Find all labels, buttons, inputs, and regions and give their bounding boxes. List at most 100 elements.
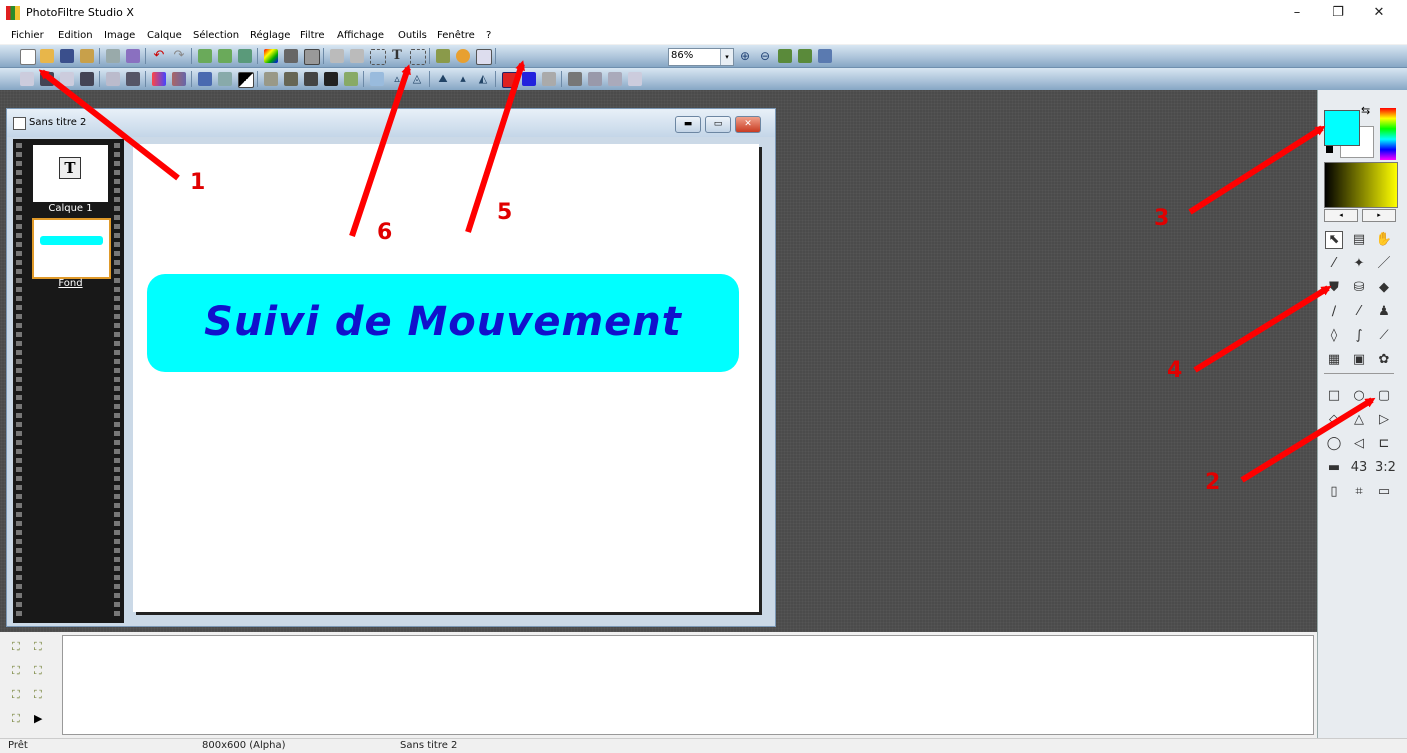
frame-icon[interactable]: ▬ [1325, 459, 1343, 477]
auto-color-icon[interactable] [284, 72, 298, 86]
layer-manager-icon[interactable] [436, 49, 450, 63]
color-spectrum[interactable] [1380, 108, 1396, 160]
eyedropper-icon[interactable]: ⁄ [1325, 255, 1343, 273]
layer-flatten-icon[interactable]: ⛶ [34, 688, 48, 702]
open-folder-icon[interactable]: ⊏ [1375, 435, 1393, 453]
zoom-in-icon[interactable]: ⊕ [738, 49, 752, 63]
actual-size-icon[interactable] [778, 49, 792, 63]
crop-selection-icon[interactable] [410, 49, 426, 65]
undo-icon[interactable]: ↶ [152, 49, 166, 63]
mosaic-icon[interactable] [284, 49, 298, 63]
flip-vertical-icon[interactable] [522, 72, 536, 86]
layer-thumbnail-fond[interactable] [32, 218, 111, 279]
zoom-out-icon[interactable]: ⊖ [758, 49, 772, 63]
polygon-icon[interactable]: ◁ [1350, 435, 1368, 453]
layer-options-icon[interactable]: ⛶ [12, 712, 26, 726]
sharpen-icon[interactable]: ◬ [410, 72, 424, 86]
negative-icon[interactable] [324, 72, 338, 86]
menu-help[interactable]: ? [486, 30, 491, 41]
save-as-icon[interactable] [80, 49, 94, 63]
grayscale-icon[interactable] [304, 72, 318, 86]
noise-icon[interactable]: ▴ [456, 72, 470, 86]
restore-button[interactable]: ❐ [1323, 5, 1353, 23]
redo-icon[interactable]: ↷ [172, 49, 186, 63]
finger-icon[interactable]: ∫ [1350, 327, 1368, 345]
text-frame-icon[interactable]: ▯ [1325, 483, 1343, 501]
document-title-bar[interactable]: Sans titre 2 ▬ ▭ ✕ [7, 109, 775, 137]
contrast-down-icon[interactable] [80, 72, 94, 86]
eraser-icon[interactable]: ◆ [1375, 279, 1393, 297]
scan-icon[interactable] [126, 49, 140, 63]
rounded-rect-icon[interactable]: ▢ [1375, 387, 1393, 405]
levels-icon[interactable] [198, 72, 212, 86]
layer-duplicate-icon[interactable] [608, 72, 622, 86]
auto-contrast-icon[interactable] [238, 72, 254, 88]
brightness-down-icon[interactable] [40, 72, 54, 86]
layer-up-icon[interactable]: ⛶ [12, 664, 26, 678]
default-colors-icon[interactable] [1326, 146, 1333, 153]
advanced-brush-icon[interactable]: ⁄ [1350, 303, 1368, 321]
plugin-icon[interactable] [456, 49, 470, 63]
diamond-icon[interactable]: ◇ [1325, 411, 1343, 429]
new-file-icon[interactable] [20, 49, 36, 65]
pattern-icon[interactable]: ▦ [1325, 351, 1343, 369]
layer-copy-icon[interactable] [330, 49, 344, 63]
pointer-icon[interactable]: ⬉ [1325, 231, 1343, 249]
menu-fenetre[interactable]: Fenêtre [437, 30, 475, 41]
text-tool-icon[interactable]: T [390, 49, 404, 63]
menu-calque[interactable]: Calque [147, 30, 182, 41]
save-icon[interactable] [60, 49, 74, 63]
crop-icon[interactable]: ⌗ [1350, 483, 1368, 501]
emboss-icon[interactable]: ⛰ [436, 72, 450, 86]
hand-icon[interactable]: ✋ [1375, 231, 1393, 249]
gamma-down-icon[interactable] [126, 72, 140, 86]
flip-horizontal-icon[interactable] [502, 72, 518, 88]
image-canvas[interactable]: Suivi de Mouvement [133, 144, 759, 612]
menu-reglage[interactable]: Réglage [250, 30, 290, 41]
spray-icon[interactable]: ⛁ [1350, 279, 1368, 297]
lasso-icon[interactable]: ◯ [1325, 435, 1343, 453]
fullscreen-icon[interactable] [818, 49, 832, 63]
menu-affichage[interactable]: Affichage [337, 30, 384, 41]
rectangle-icon[interactable]: □ [1325, 387, 1343, 405]
layer-paste-icon[interactable] [350, 49, 364, 63]
sepia-icon[interactable] [344, 72, 358, 86]
portrait-icon[interactable]: ▣ [1350, 351, 1368, 369]
doc-minimize-button[interactable]: ▬ [675, 116, 701, 133]
saturation-up-icon[interactable] [152, 72, 166, 86]
blur-icon[interactable]: ◊ [1325, 327, 1343, 345]
ellipse-icon[interactable]: ○ [1350, 387, 1368, 405]
gradient-icon[interactable] [264, 49, 278, 63]
layer-down-icon[interactable]: ⛶ [34, 664, 48, 678]
layer-merge-icon[interactable]: ⛶ [12, 688, 26, 702]
window-icon[interactable]: ▭ [1375, 483, 1393, 501]
fit-image-icon[interactable] [238, 49, 252, 63]
fit-window-icon[interactable] [798, 49, 812, 63]
ratio-4-3-icon[interactable]: 43 [1350, 459, 1368, 477]
canvas-size-icon[interactable] [218, 49, 232, 63]
window-icon[interactable] [476, 49, 492, 65]
play-icon[interactable]: ▶ [34, 712, 48, 726]
layer-delete-icon[interactable]: ⛶ [34, 640, 48, 654]
line-icon[interactable]: ／ [1375, 255, 1393, 273]
spin-left-button[interactable]: ◂ [1324, 209, 1358, 222]
saturation-down-icon[interactable] [172, 72, 186, 86]
dust-icon[interactable]: ◭ [476, 72, 490, 86]
stamp-icon[interactable]: ♟ [1375, 303, 1393, 321]
equalize-icon[interactable] [218, 72, 232, 86]
doc-maximize-button[interactable]: ▭ [705, 116, 731, 133]
layer-merge-icon[interactable] [628, 72, 642, 86]
image-size-icon[interactable] [198, 49, 212, 63]
zoom-select[interactable]: 86% ▾ [668, 48, 734, 66]
brush-icon[interactable]: ∕ [1325, 303, 1343, 321]
soften-icon[interactable] [370, 72, 384, 86]
transform-icon[interactable] [568, 72, 582, 86]
foreground-color-swatch[interactable] [1324, 110, 1360, 146]
menu-filtre[interactable]: Filtre [300, 30, 325, 41]
contrast-up-icon[interactable] [60, 72, 74, 86]
gamma-up-icon[interactable] [106, 72, 120, 86]
menu-edition[interactable]: Edition [58, 30, 93, 41]
photomask-icon[interactable] [304, 49, 320, 65]
layer-thumbnail-calque1[interactable]: T [33, 145, 108, 202]
layer-new-icon[interactable]: ⛶ [12, 640, 26, 654]
